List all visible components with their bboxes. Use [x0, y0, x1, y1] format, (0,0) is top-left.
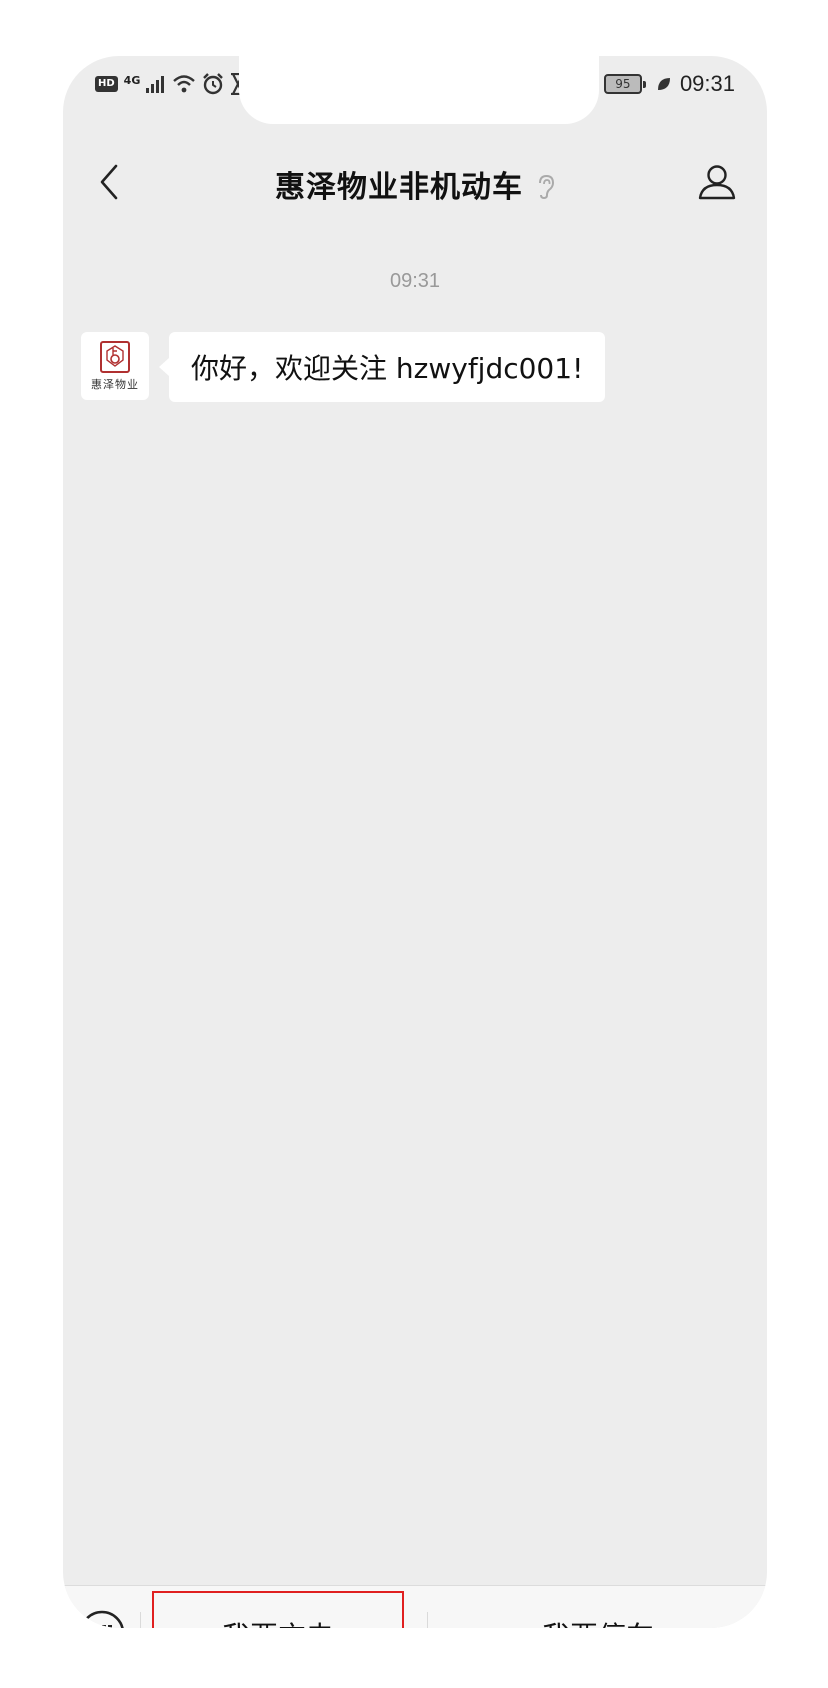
- chat-title: 惠泽物业非机动车: [275, 170, 523, 205]
- menu-separator: [140, 1612, 141, 1628]
- hd-badge: HD: [95, 76, 118, 92]
- message-timestamp: 09:31: [389, 270, 441, 292]
- profile-button[interactable]: [689, 154, 745, 210]
- page-title: 惠泽物业非机动车: [63, 162, 767, 206]
- parking-menu-label: 我要停车: [542, 1615, 654, 1628]
- signal-icon: [146, 76, 165, 93]
- profile-icon: [698, 165, 736, 200]
- message-bubble[interactable]: 你好，欢迎关注 hzwyfjdc001!: [158, 332, 606, 402]
- keyboard-icon: [80, 1610, 124, 1628]
- status-left-group: HD 4G: [95, 70, 246, 98]
- charge-menu-button[interactable]: 我要充电: [152, 1591, 404, 1628]
- wifi-icon: [173, 75, 196, 93]
- message-text: 你好，欢迎关注 hzwyfjdc001!: [191, 352, 584, 385]
- camera-notch: [239, 56, 599, 124]
- message-row: 惠泽物业 你好，欢迎关注 hzwyfjdc001!: [81, 332, 606, 402]
- status-time: 09:31: [679, 71, 735, 96]
- status-right-group: 95 09:31: [576, 70, 735, 98]
- parking-menu-button[interactable]: 我要停车: [429, 1591, 767, 1628]
- nav-bar: 惠泽物业非机动车: [63, 144, 767, 220]
- alarm-icon: [203, 73, 224, 95]
- service-menu-bar: 我要充电 我要停车: [63, 1585, 767, 1628]
- menu-separator: [427, 1612, 428, 1628]
- phone-screen: HD 4G 95 09:31 惠泽物业非机动车 09:31 惠泽物业 你好，欢迎…: [63, 56, 767, 1628]
- leaf-icon: [657, 78, 670, 90]
- keyboard-toggle-button[interactable]: [77, 1608, 127, 1628]
- chat-area[interactable]: 09:31 惠泽物业 你好，欢迎关注 hzwyfjdc001!: [63, 220, 767, 1585]
- ear-icon: [539, 174, 555, 199]
- charge-menu-label: 我要充电: [222, 1615, 334, 1628]
- seal-logo-icon: [100, 341, 130, 373]
- network-type: 4G: [123, 73, 141, 87]
- sender-avatar[interactable]: 惠泽物业: [81, 332, 149, 400]
- battery-indicator: 95: [603, 74, 646, 94]
- avatar-caption: 惠泽物业: [91, 378, 139, 391]
